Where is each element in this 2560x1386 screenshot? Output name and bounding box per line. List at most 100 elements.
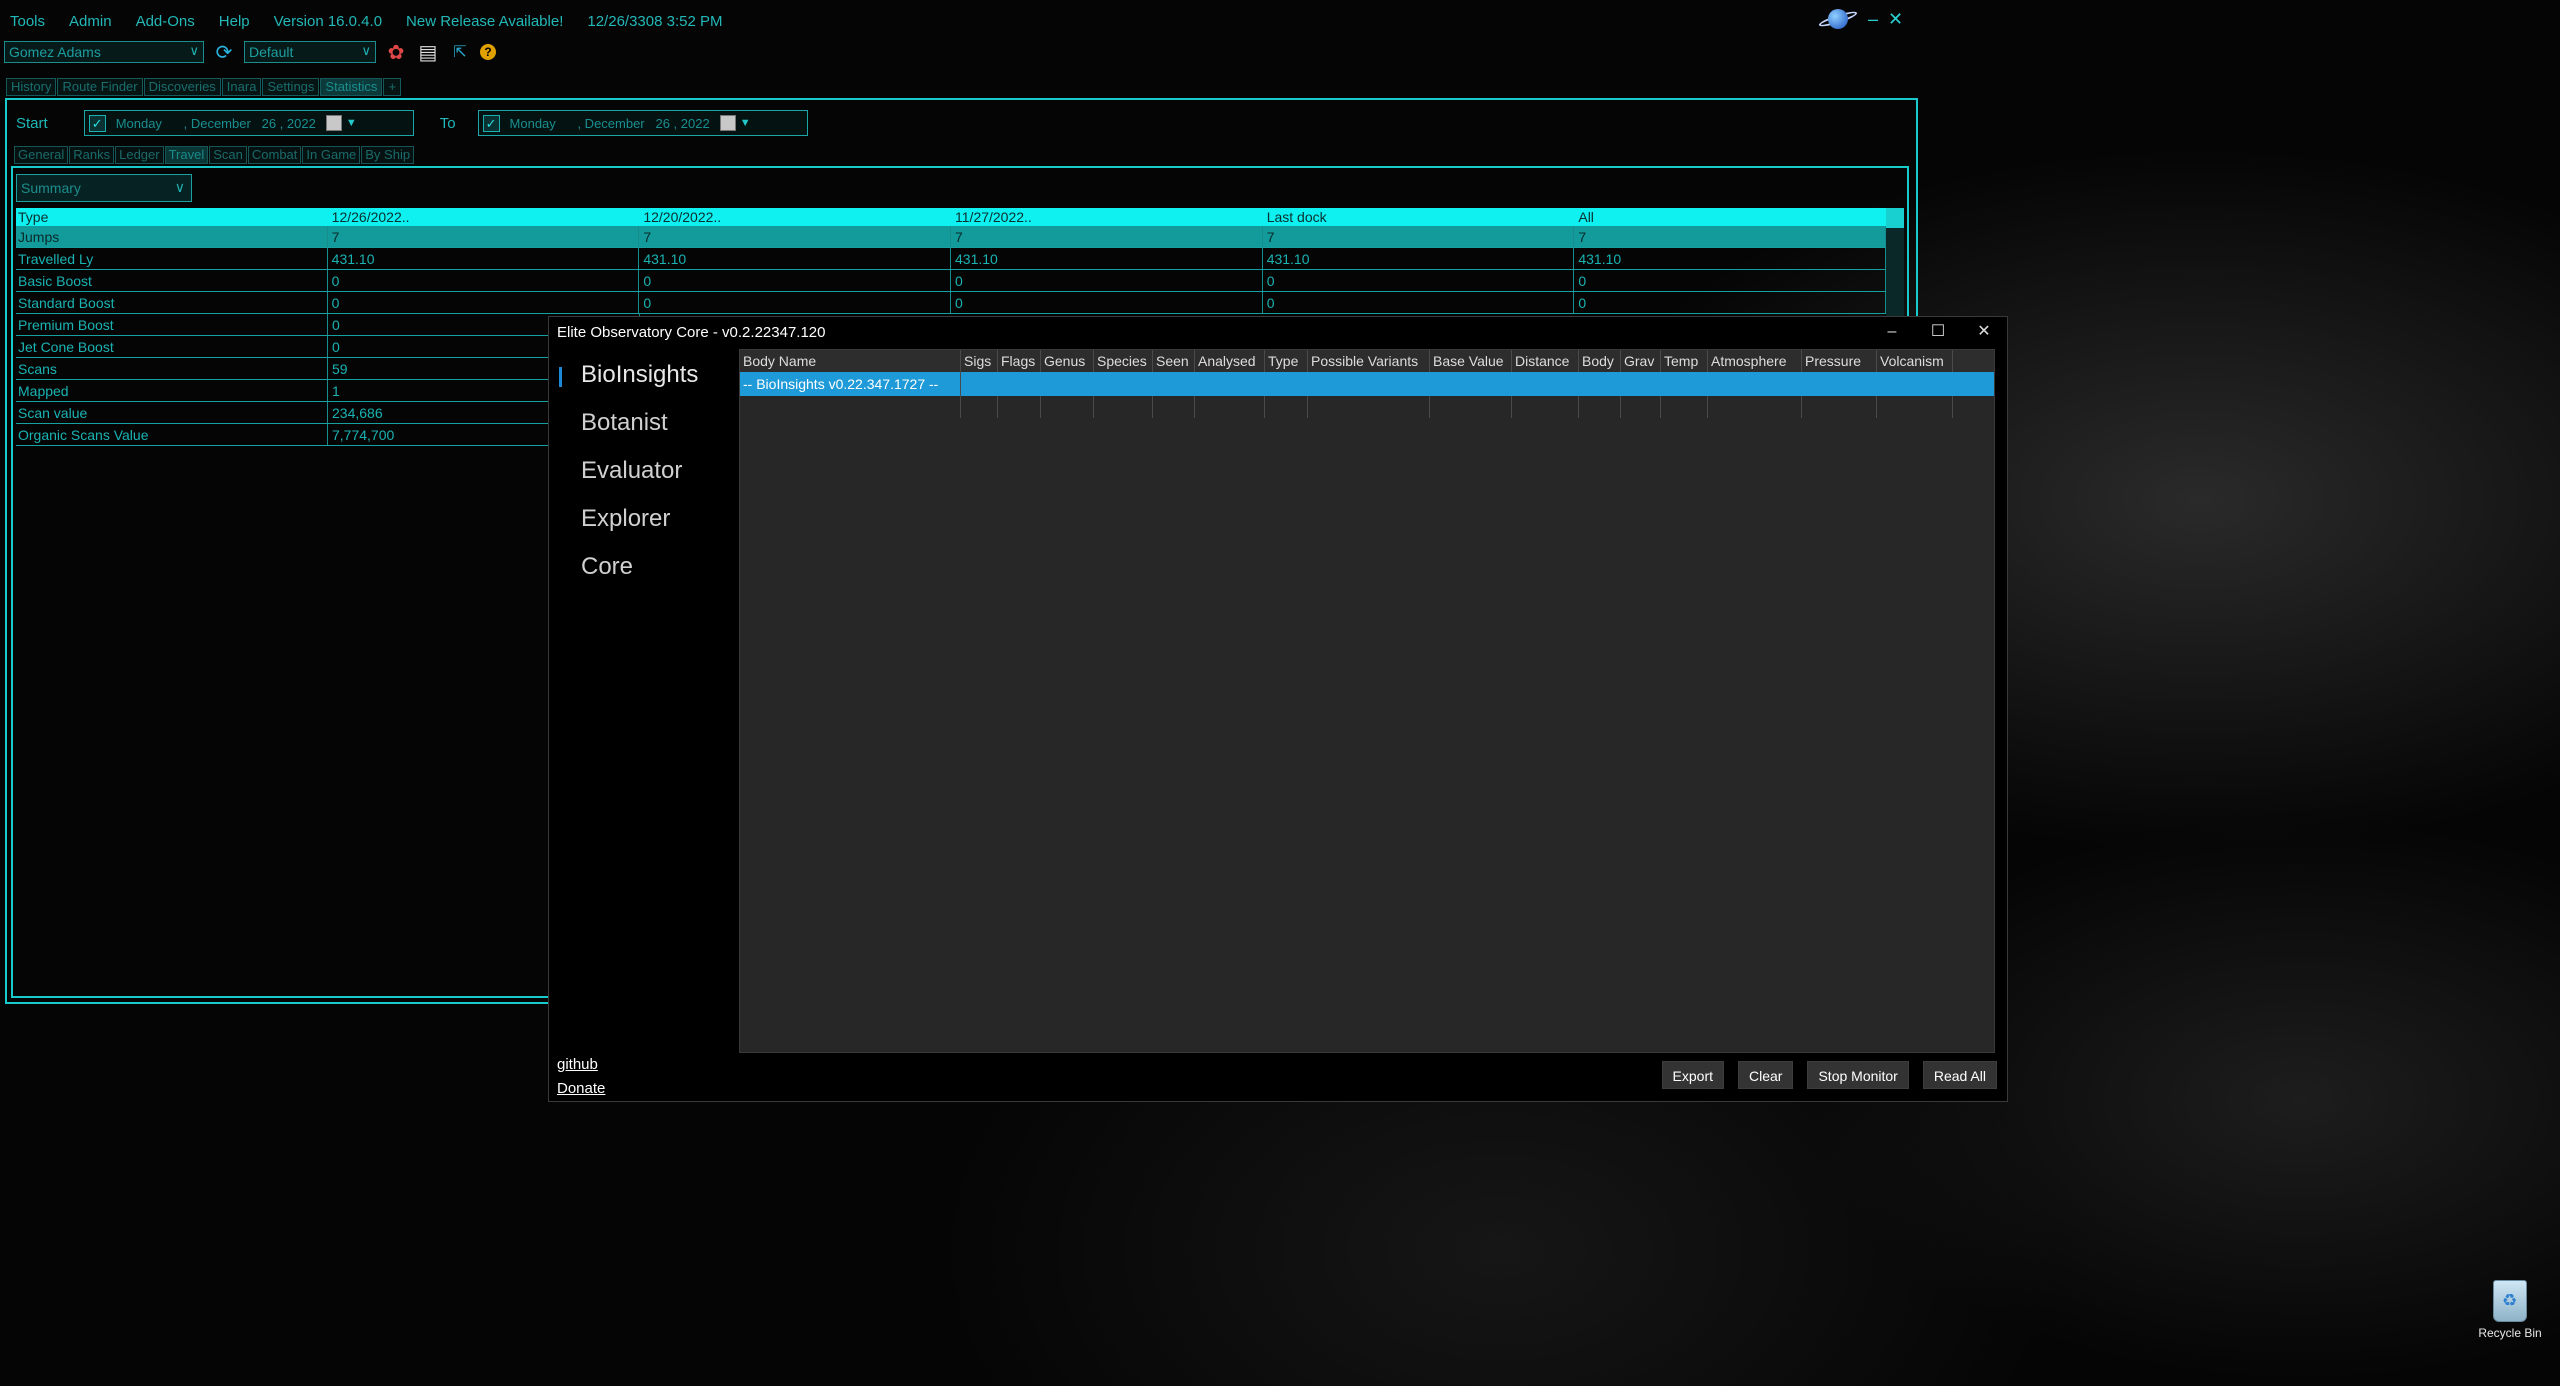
column-header[interactable]: Possible Variants: [1308, 350, 1430, 372]
grid-row[interactable]: -- BioInsights v0.22.347.1727 --: [740, 372, 1994, 396]
observatory-title-bar[interactable]: Elite Observatory Core - v0.2.22347.120 …: [549, 317, 2007, 347]
menu-admin[interactable]: Admin: [69, 13, 112, 30]
column-header[interactable]: 12/20/2022..: [639, 208, 951, 226]
start-date-value: Monday , December 26 , 2022: [115, 115, 316, 131]
calendar-icon[interactable]: [325, 115, 342, 131]
profile-select[interactable]: Default ∨: [244, 41, 376, 63]
menu-tools[interactable]: Tools: [10, 13, 45, 30]
ed-menu-bar: Tools Admin Add-Ons Help Version 16.0.4.…: [10, 10, 746, 32]
donate-link[interactable]: Donate: [557, 1077, 605, 1101]
column-header[interactable]: Atmosphere: [1708, 350, 1802, 372]
scrollbar-thumb[interactable]: [1886, 208, 1904, 228]
tab-discoveries[interactable]: Discoveries: [143, 78, 221, 96]
table-cell: 431.10: [1263, 248, 1575, 269]
ed-title-controls: – ✕: [1817, 6, 1903, 32]
tab-add[interactable]: +: [383, 78, 402, 96]
table-cell: 7: [328, 226, 640, 247]
recycle-bin[interactable]: Recycle Bin: [2474, 1280, 2546, 1340]
column-header[interactable]: Body Name: [740, 350, 961, 372]
recycle-bin-label: Recycle Bin: [2478, 1326, 2542, 1340]
column-header[interactable]: 12/26/2022..: [328, 208, 640, 226]
to-checkbox[interactable]: ✓: [482, 114, 500, 132]
read-all-button[interactable]: Read All: [1922, 1061, 1997, 1089]
column-header[interactable]: Species: [1094, 350, 1153, 372]
tab-general[interactable]: General: [14, 146, 69, 164]
column-header[interactable]: Temp: [1661, 350, 1708, 372]
maximize-icon[interactable]: ☐: [1915, 317, 1961, 347]
summary-select[interactable]: Summary ∨: [16, 174, 192, 202]
column-header[interactable]: All: [1574, 208, 1886, 226]
help-icon[interactable]: ?: [480, 44, 496, 60]
close-icon[interactable]: ✕: [1961, 317, 2007, 347]
minimize-icon[interactable]: –: [1869, 317, 1915, 347]
tab-travel[interactable]: Travel: [164, 146, 209, 164]
menu-addons[interactable]: Add-Ons: [136, 13, 195, 30]
tab-ledger[interactable]: Ledger: [115, 146, 164, 164]
tab-history[interactable]: History: [6, 78, 57, 96]
log-icon[interactable]: ▤: [416, 40, 440, 64]
column-header[interactable]: Last dock: [1263, 208, 1575, 226]
clear-button[interactable]: Clear: [1738, 1061, 1794, 1089]
table-row[interactable]: Jumps 7 7 7 7 7: [16, 226, 1887, 248]
tab-inara[interactable]: Inara: [221, 78, 262, 96]
table-row[interactable]: Travelled Ly 431.10 431.10 431.10 431.10…: [16, 248, 1887, 270]
ed-toolbar: Gomez Adams ∨ ⟳ Default ∨ ✿ ▤ ⇱ ?: [4, 40, 496, 64]
window-controls: – ☐ ✕: [1869, 317, 2007, 347]
column-header[interactable]: Distance: [1512, 350, 1579, 372]
column-header[interactable]: Body: [1579, 350, 1621, 372]
refresh-icon[interactable]: ⟳: [212, 40, 236, 64]
commander-select[interactable]: Gomez Adams ∨: [4, 41, 204, 63]
column-header[interactable]: Volcanism: [1877, 350, 1953, 372]
popout-icon[interactable]: ⇱: [448, 40, 472, 64]
column-header[interactable]: Analysed: [1195, 350, 1265, 372]
addon-icon[interactable]: ✿: [384, 40, 408, 64]
column-header[interactable]: Sigs: [961, 350, 998, 372]
table-row[interactable]: Basic Boost 0 0 0 0 0: [16, 270, 1887, 292]
column-header[interactable]: Type: [16, 208, 328, 226]
nav-item-bioinsights[interactable]: BioInsights: [549, 353, 739, 401]
column-header[interactable]: Base Value: [1430, 350, 1512, 372]
stats-header-row: Type 12/26/2022.. 12/20/2022.. 11/27/202…: [16, 208, 1886, 226]
column-header[interactable]: Flags: [998, 350, 1041, 372]
new-release-link[interactable]: New Release Available!: [406, 13, 563, 30]
table-cell: 0: [951, 292, 1263, 313]
column-header[interactable]: Genus: [1041, 350, 1094, 372]
tab-ranks[interactable]: Ranks: [69, 146, 115, 164]
column-header[interactable]: Type: [1265, 350, 1308, 372]
column-header[interactable]: Grav: [1621, 350, 1661, 372]
chevron-down-icon[interactable]: ▼: [346, 117, 357, 129]
date-range-row: Start ✓ Monday , December 26 , 2022 ▼ To…: [16, 110, 808, 136]
to-date-value: Monday , December 26 , 2022: [509, 115, 710, 131]
table-row[interactable]: Standard Boost 0 0 0 0 0: [16, 292, 1887, 314]
plugin-nav: BioInsights Botanist Evaluator Explorer …: [549, 353, 739, 593]
column-header[interactable]: 11/27/2022..: [951, 208, 1263, 226]
minimize-icon[interactable]: –: [1868, 9, 1878, 30]
tab-settings[interactable]: Settings: [262, 78, 320, 96]
table-cell: 431.10: [951, 248, 1263, 269]
start-checkbox[interactable]: ✓: [88, 114, 106, 132]
tab-scan[interactable]: Scan: [209, 146, 247, 164]
stop-monitor-button[interactable]: Stop Monitor: [1807, 1061, 1909, 1089]
tab-route-finder[interactable]: Route Finder: [57, 78, 143, 96]
tab-by-ship[interactable]: By Ship: [361, 146, 415, 164]
nav-item-evaluator[interactable]: Evaluator: [549, 449, 739, 497]
to-date-picker[interactable]: ✓ Monday , December 26 , 2022 ▼: [477, 110, 808, 136]
export-button[interactable]: Export: [1661, 1061, 1724, 1089]
table-cell: 431.10: [328, 248, 640, 269]
chevron-down-icon[interactable]: ▼: [740, 117, 751, 129]
nav-item-botanist[interactable]: Botanist: [549, 401, 739, 449]
github-link[interactable]: github: [557, 1053, 605, 1077]
nav-item-core[interactable]: Core: [549, 545, 739, 593]
stats-scrollbar[interactable]: [1886, 208, 1904, 316]
start-date-picker[interactable]: ✓ Monday , December 26 , 2022 ▼: [83, 110, 414, 136]
table-cell: 0: [1263, 292, 1575, 313]
nav-item-explorer[interactable]: Explorer: [549, 497, 739, 545]
tab-statistics[interactable]: Statistics: [320, 78, 383, 96]
close-icon[interactable]: ✕: [1888, 9, 1903, 30]
column-header[interactable]: Pressure: [1802, 350, 1877, 372]
column-header[interactable]: Seen: [1153, 350, 1195, 372]
tab-in-game[interactable]: In Game: [302, 146, 361, 164]
menu-help[interactable]: Help: [219, 13, 250, 30]
tab-combat[interactable]: Combat: [247, 146, 302, 164]
calendar-icon[interactable]: [719, 115, 736, 131]
